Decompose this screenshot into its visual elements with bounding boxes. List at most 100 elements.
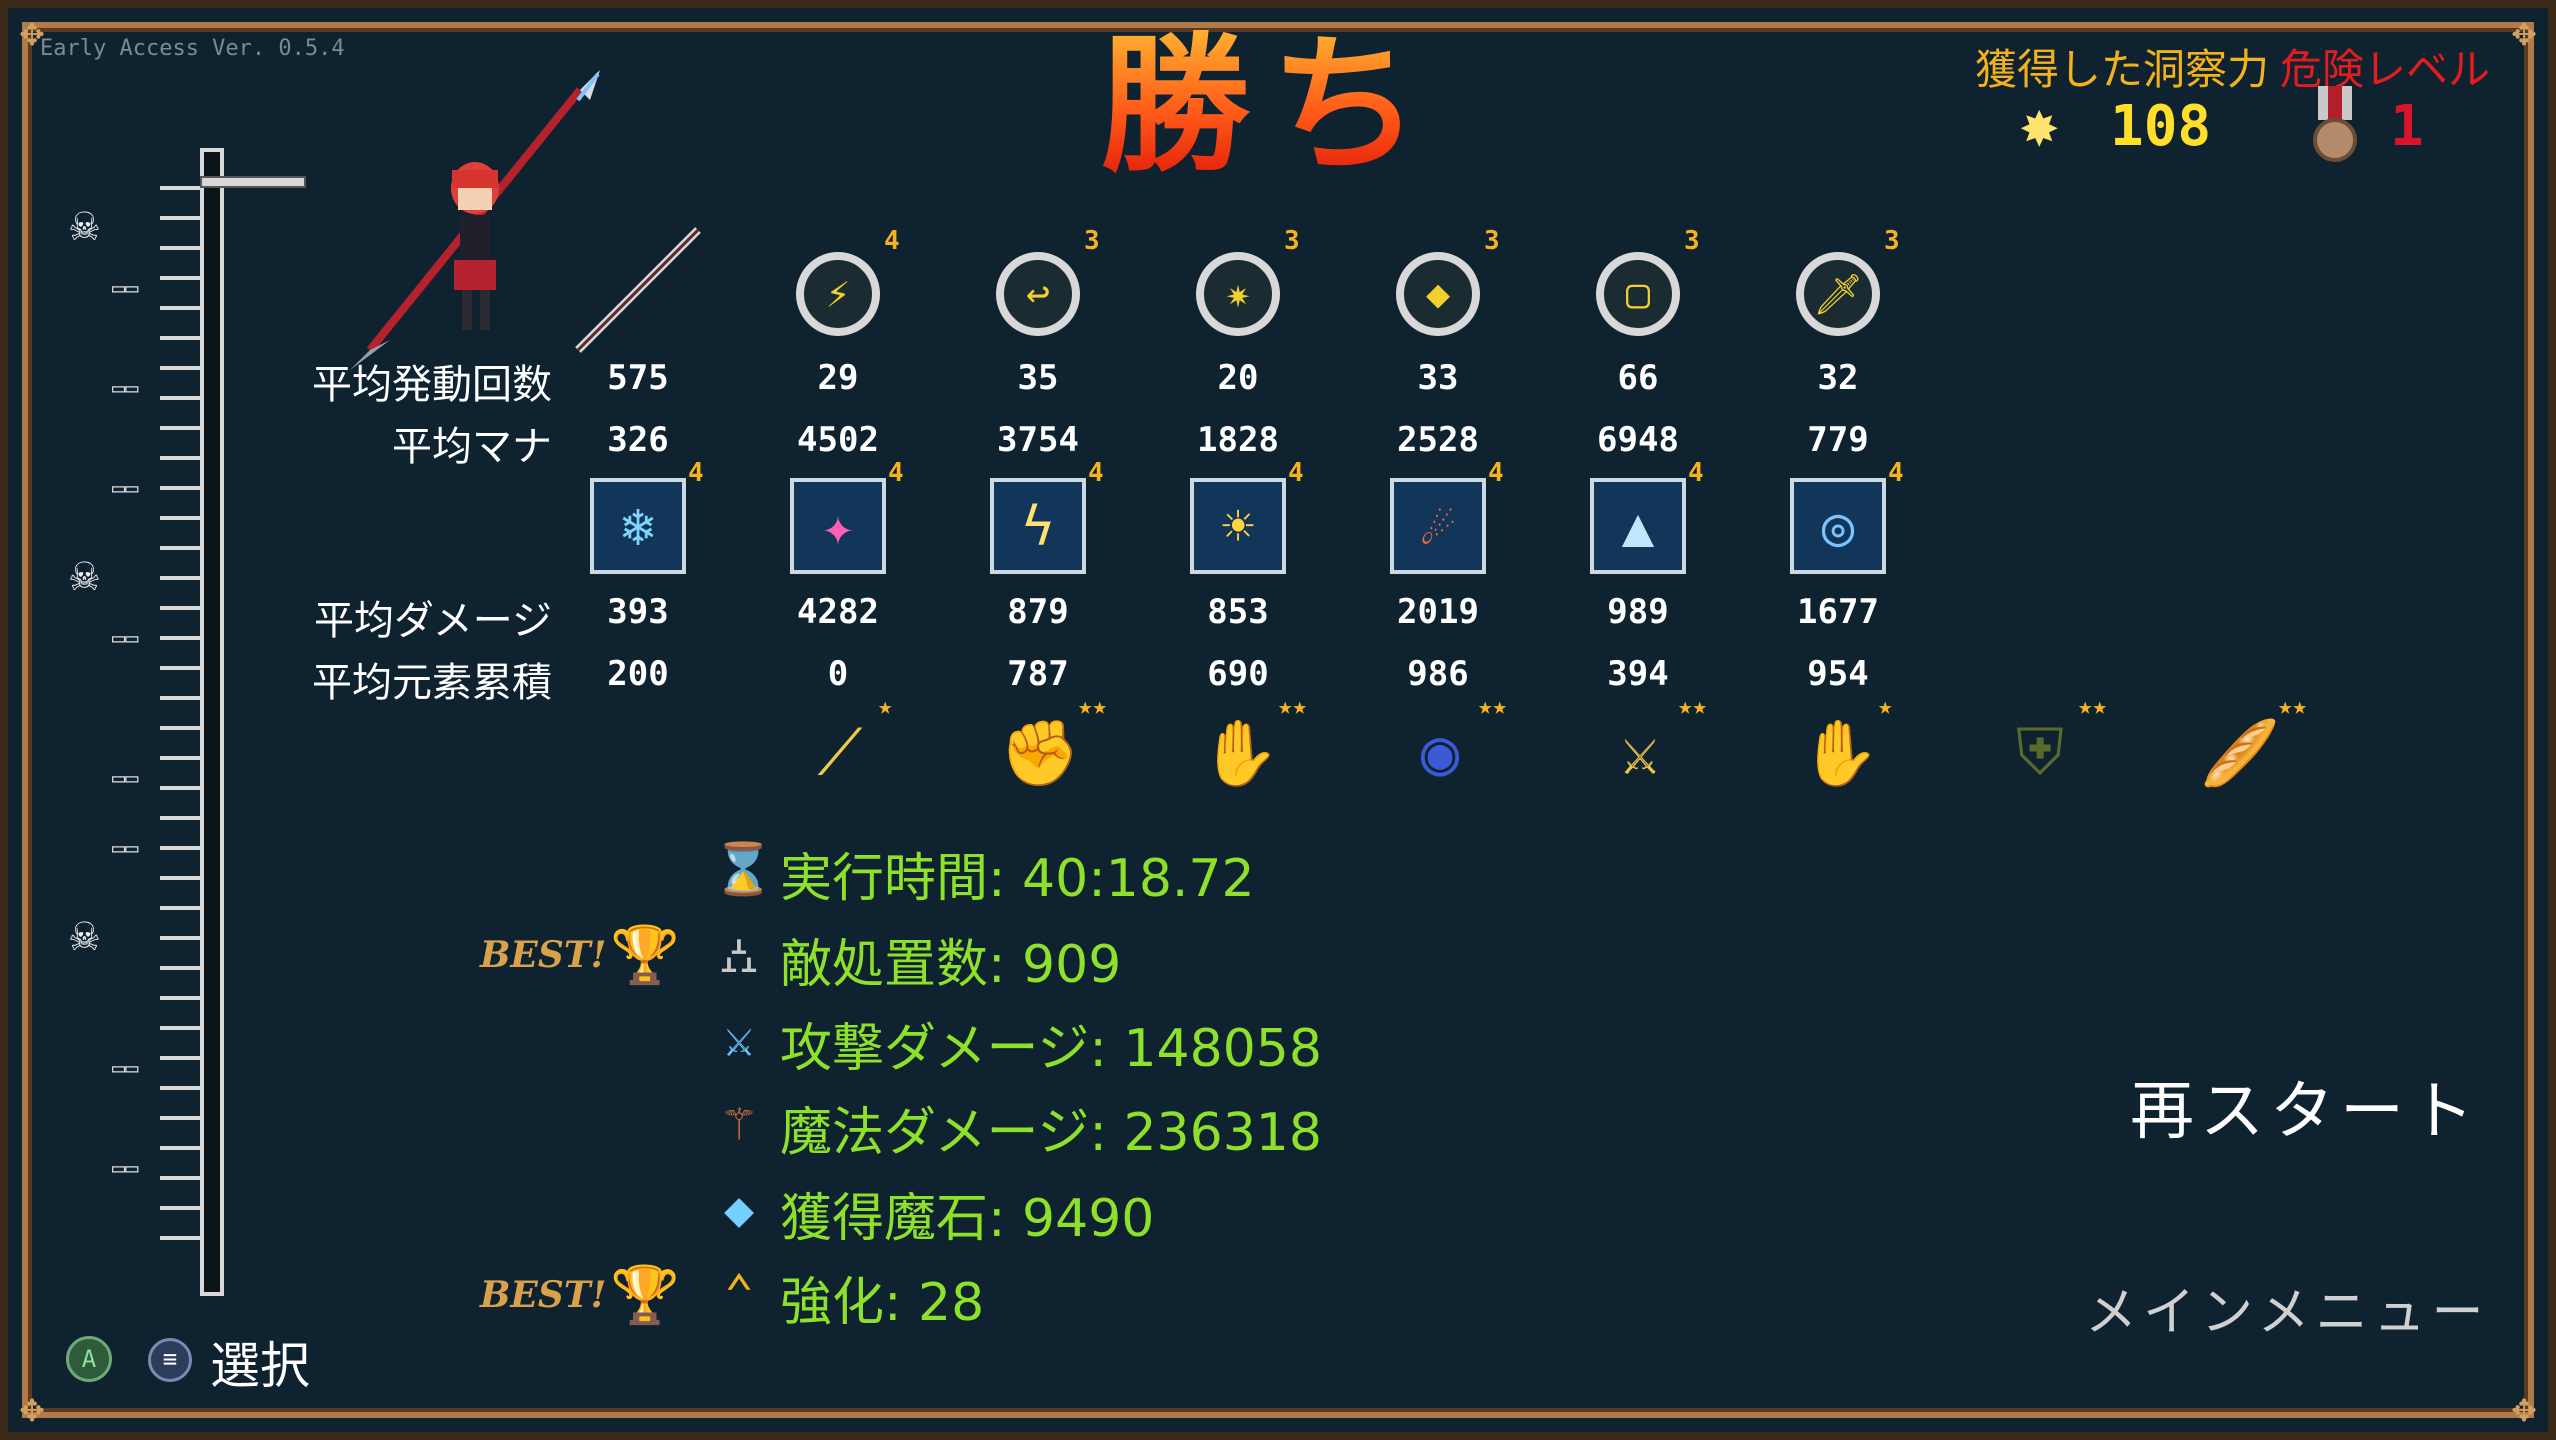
- weapon-level: 3: [1084, 226, 1100, 256]
- ruler-tick: [160, 786, 200, 790]
- blue-seal-icon: ◎: [1790, 478, 1886, 574]
- weapon-mana: 4502: [797, 420, 879, 460]
- progress-ruler: [200, 148, 224, 1296]
- ruler-tick: [160, 186, 200, 190]
- ruler-tick: [160, 366, 200, 370]
- item-rarity-stars: ★: [1878, 692, 1893, 720]
- skill-level: 4: [1688, 458, 1704, 488]
- ruler-tick: [160, 1086, 200, 1090]
- corner-ornament-icon: ✥: [2511, 9, 2537, 55]
- item-rarity-stars: ★★: [2278, 692, 2307, 720]
- ruler-tick: [160, 996, 200, 1000]
- magic-stone-icon: ◆: [723, 1180, 755, 1238]
- ruler-tick: [160, 1176, 200, 1180]
- chest-milestone-icon: ▭▭: [112, 766, 139, 791]
- gauntlet-icon: ✊: [1000, 716, 1080, 791]
- hourglass-icon: ⌛: [712, 840, 775, 898]
- magic-damage: 魔法ダメージ: 236318: [780, 1103, 1322, 1163]
- skill-element: 986: [1407, 654, 1469, 694]
- item-rarity-stars: ★★: [2078, 692, 2107, 720]
- restart-button[interactable]: 再スタート: [2130, 1060, 2480, 1152]
- best-badge: BEST!: [480, 1274, 607, 1316]
- chest-milestone-icon: ▭▭: [112, 276, 139, 301]
- menu-button-icon: ≡: [148, 1338, 192, 1382]
- weapon-activations: 575: [607, 358, 669, 398]
- version-label: Early Access Ver. 0.5.4: [40, 36, 345, 61]
- sword-icon: ⚔: [723, 1010, 755, 1068]
- chest-milestone-icon: ▭▭: [112, 476, 139, 501]
- chest-milestone-icon: ▭▭: [112, 1056, 139, 1081]
- ruler-tick: [160, 306, 200, 310]
- ice-figure-icon: ❄: [590, 478, 686, 574]
- item-rarity-stars: ★★: [1278, 692, 1307, 720]
- skill-level: 4: [1088, 458, 1104, 488]
- weapon-activations: 35: [1017, 358, 1059, 398]
- ruler-tick: [160, 336, 200, 340]
- lightning-ring-icon: ⚡: [796, 252, 880, 336]
- skill-element: 787: [1007, 654, 1069, 694]
- ruler-tick: [160, 486, 200, 490]
- return-ring-icon: ↩: [996, 252, 1080, 336]
- skill-damage: 989: [1607, 592, 1669, 632]
- skill-damage: 853: [1207, 592, 1269, 632]
- ruler-tick: [160, 516, 200, 520]
- ruler-tick: [160, 546, 200, 550]
- green-armor-icon: ⛨: [2016, 716, 2064, 790]
- chest-milestone-icon: ▭▭: [112, 1156, 139, 1181]
- skull-milestone-icon: ☠: [70, 906, 99, 962]
- ruler-tick: [160, 756, 200, 760]
- avg-damage-label: 平均ダメージ: [314, 598, 552, 644]
- weapon-activations: 29: [817, 358, 859, 398]
- spear-icon: [575, 227, 701, 353]
- item-rarity-stars: ★★: [1478, 692, 1507, 720]
- ruler-tick: [160, 846, 200, 850]
- magic-stones-obtained: 獲得魔石: 9490: [780, 1189, 1155, 1249]
- ruler-tick: [160, 216, 200, 220]
- ruler-tick: [160, 816, 200, 820]
- crystal-burst-icon: ✦: [790, 478, 886, 574]
- best-badge: BEST!: [480, 934, 607, 976]
- upgrade-chevron-icon: ⌃: [723, 1264, 755, 1322]
- weapon-level: 3: [1284, 226, 1300, 256]
- skill-element: 954: [1807, 654, 1869, 694]
- a-button-icon: A: [66, 1336, 112, 1382]
- attack-damage: 攻撃ダメージ: 148058: [780, 1019, 1322, 1079]
- skill-level: 4: [1888, 458, 1904, 488]
- skill-damage: 393: [607, 592, 669, 632]
- weapon-mana: 3754: [997, 420, 1079, 460]
- main-menu-button[interactable]: メインメニュー: [2085, 1270, 2489, 1345]
- golden-lance-icon: ⟋: [817, 716, 863, 790]
- corner-ornament-icon: ✥: [2511, 1385, 2537, 1431]
- skill-element: 0: [827, 654, 849, 694]
- fire-meteor-icon: ☄: [1390, 478, 1486, 574]
- weapon-activations: 33: [1417, 358, 1459, 398]
- ruler-tick: [160, 1146, 200, 1150]
- ruler-tick: [160, 246, 200, 250]
- item-rarity-stars: ★★: [1678, 692, 1707, 720]
- ruler-tick: [160, 576, 200, 580]
- skull-milestone-icon: ☠: [70, 196, 99, 252]
- select-hint: 選択: [210, 1337, 310, 1395]
- weapon-activations: 32: [1817, 358, 1859, 398]
- run-time: 実行時間: 40:18.72: [780, 849, 1255, 909]
- ruler-tick: [160, 1056, 200, 1060]
- staff-icon: ⚚: [723, 1094, 755, 1152]
- crosshair-gem-icon: ◆: [1396, 252, 1480, 336]
- fire-hand-icon: ✋: [1200, 716, 1280, 791]
- ruler-tick: [160, 426, 200, 430]
- weapon-mana: 2528: [1397, 420, 1479, 460]
- danger-level-value: 1: [2390, 94, 2424, 159]
- ruler-tick: [160, 696, 200, 700]
- weapon-mana: 6948: [1597, 420, 1679, 460]
- player-character-sprite: [451, 162, 499, 330]
- weapon-mana: 326: [607, 420, 669, 460]
- spider-ring-icon: ✷: [1196, 252, 1280, 336]
- pale-hand-icon: ✋: [1800, 716, 1880, 791]
- bread-icon: 🥖: [2200, 716, 2280, 791]
- chest-milestone-icon: ▭▭: [112, 626, 139, 651]
- skill-element: 200: [607, 654, 669, 694]
- square-ring-icon: ▢: [1596, 252, 1680, 336]
- ruler-tick: [160, 396, 200, 400]
- weapon-level: 3: [1684, 226, 1700, 256]
- corner-ornament-icon: ✥: [19, 1385, 45, 1431]
